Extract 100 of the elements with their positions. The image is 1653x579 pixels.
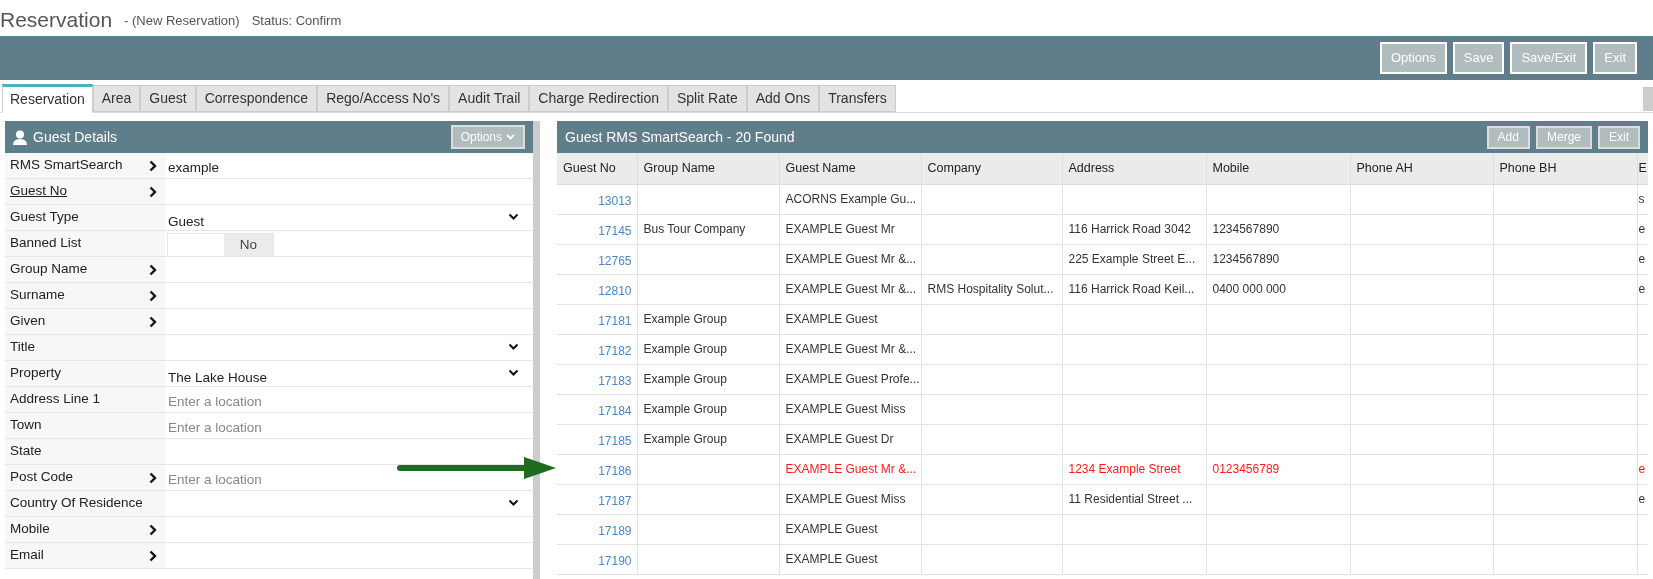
guest-number-link[interactable]: 17190 [598,553,632,568]
column-header: E [1637,153,1648,184]
table-cell: 0123456789 [1212,462,1280,476]
column-header: Phone AH [1350,153,1493,184]
guest-number-link[interactable]: 17181 [598,313,632,328]
field-label: State [10,442,42,461]
guest-number-link[interactable]: 17187 [598,493,632,508]
scrollbar [1643,87,1653,111]
column-header: Guest No [557,153,637,184]
panel-title: Guest Details [33,127,118,147]
field-label: Country Of Residence [10,494,143,513]
table-cell: EXAMPLE Guest [785,552,878,566]
chevron-down-icon [508,369,519,376]
toggle-switch[interactable]: No [167,233,274,257]
guest-number-link[interactable]: 17189 [598,523,632,538]
field-label: Property [10,364,62,383]
table-cell: ACORNS Example Gu... [785,192,917,206]
user-icon [13,129,27,145]
column-header: Phone BH [1493,153,1637,184]
table-cell: EXAMPLE Guest Mr [785,222,895,236]
dropdown-field[interactable]: The Lake House [168,361,523,386]
table-cell: e [1638,492,1646,506]
table-cell: EXAMPLE Guest Miss [785,402,906,416]
column-header: Mobile [1206,153,1350,184]
guest-number-link[interactable]: 17185 [598,433,632,448]
tab[interactable]: Split Rate [668,85,747,112]
panel-title: Guest RMS SmartSearch - 20 Found [565,127,795,147]
table-cell: 116 Harrick Road 3042 [1068,222,1191,236]
chevron-down-icon [508,213,519,220]
input-field[interactable]: Enter a location [168,416,388,438]
guest-number-link[interactable]: 17145 [598,223,632,238]
table-cell: e [1638,252,1646,266]
table-cell: e [1638,462,1646,476]
table-cell: EXAMPLE Guest Miss [785,492,906,506]
page-title: Reservation [0,9,113,30]
table-cell: Example Group [643,432,727,446]
table-cell: 1234567890 [1212,252,1280,266]
tab[interactable]: Reservation [2,84,93,113]
tab[interactable]: Transfers [819,85,896,112]
table-cell: EXAMPLE Guest Mr &... [785,252,917,266]
table-cell: e [1638,222,1646,236]
table-cell: Example Group [643,312,727,326]
table-cell: e [1638,282,1646,296]
field-label: Post Code [10,468,74,487]
tab[interactable]: Correspondence [195,85,318,112]
dropdown-field[interactable]: Guest [168,205,523,230]
tab[interactable]: Charge Redirection [529,85,668,112]
input-field[interactable]: Enter a location [168,390,388,412]
table-cell: 1234567890 [1212,222,1280,236]
input-field[interactable]: Enter a location [168,468,388,490]
table-cell: EXAMPLE Guest Dr [785,432,894,446]
status-text: Status: Confirm [251,11,342,30]
table-cell: 225 Example Street E... [1068,252,1196,266]
tab[interactable]: Area [92,85,141,112]
tab[interactable]: Guest [140,85,196,112]
field-label: Guest Type [10,208,79,227]
table-cell: EXAMPLE Guest Profe... [785,372,920,386]
guest-number-link[interactable]: 13013 [598,193,632,208]
field-label: Mobile [10,520,50,539]
field-label: Town [10,416,42,435]
column-header: Group Name [637,153,779,184]
guest-number-link[interactable]: 12765 [598,253,632,268]
table-cell: 116 Harrick Road Keil... [1068,282,1195,296]
tab[interactable]: Rego/Access No's [317,85,450,112]
guest-number-link[interactable]: 17184 [598,403,632,418]
table-cell: 1234 Example Street [1068,462,1181,476]
table-cell: EXAMPLE Guest Mr &... [785,282,917,296]
field-label: Address Line 1 [10,390,101,409]
guest-number-link[interactable]: 17186 [598,463,632,478]
table-cell: EXAMPLE Guest Mr &... [785,462,917,476]
column-header: Guest Name [779,153,921,184]
table-cell: RMS Hospitality Solut... [927,282,1054,296]
table-cell: 0400 000 000 [1212,282,1286,296]
table-cell: s [1638,192,1645,206]
table-cell: Example Group [643,342,727,356]
table-cell: 11 Residential Street ... [1068,492,1193,506]
guest-number-link[interactable]: 17182 [598,343,632,358]
page-subtitle: - (New Reservation) [124,11,240,30]
guest-number-link[interactable]: 17183 [598,373,632,388]
field-label: Group Name [10,260,88,279]
tab[interactable]: Add Ons [746,85,820,112]
table-cell: EXAMPLE Guest Mr &... [785,342,917,356]
field-label: Banned List [10,234,82,253]
field-label: Given [10,312,46,331]
table-cell: Bus Tour Company [643,222,746,236]
input-field[interactable]: example [168,156,388,178]
guest-number-link[interactable]: 12810 [598,283,632,298]
field-label: Title [10,338,35,357]
table-cell: EXAMPLE Guest [785,522,878,536]
field-label: Email [10,546,44,565]
chevron-down-icon [508,343,519,350]
table-cell: Example Group [643,402,727,416]
tab[interactable]: Audit Trail [449,85,530,112]
table-cell: EXAMPLE Guest [785,312,878,326]
column-header: Address [1062,153,1206,184]
chevron-down-icon [508,499,519,506]
chevron-down-icon [506,134,515,140]
field-label: Surname [10,286,65,305]
field-label: RMS SmartSearch [10,156,123,175]
table-cell: Example Group [643,372,727,386]
